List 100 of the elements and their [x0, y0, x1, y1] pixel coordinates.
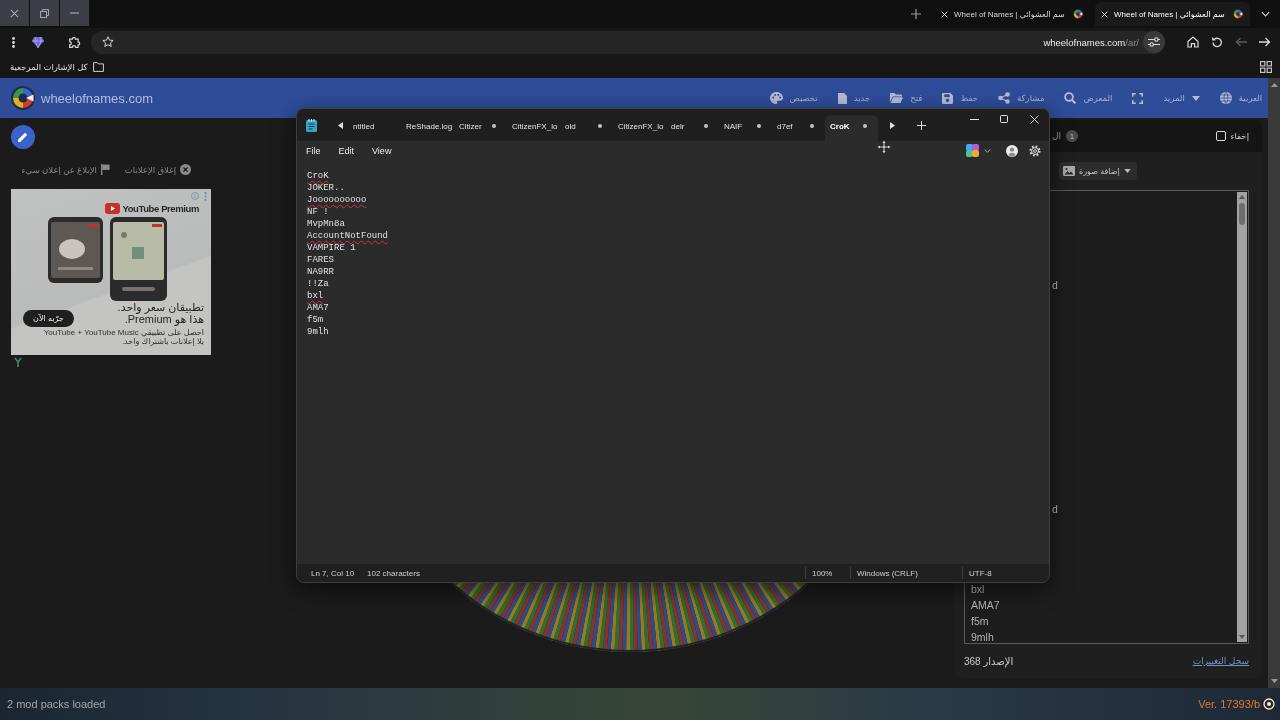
colorful-logo-icon[interactable]	[966, 144, 979, 157]
minimize-window-button[interactable]	[60, 0, 89, 26]
entry-text: AMA7	[971, 599, 1000, 611]
cursor-position: Ln 7, Col 10	[311, 568, 355, 578]
move-cursor-icon	[877, 140, 891, 154]
entry-text: d	[1052, 279, 1058, 291]
text-line: NA9RR	[307, 266, 334, 278]
wheel-drawing[interactable]	[450, 583, 810, 655]
notepad-tab[interactable]: old	[560, 115, 613, 141]
restore-icon	[40, 8, 49, 18]
text-line: AMA7	[307, 302, 329, 314]
minimize-icon	[70, 12, 79, 14]
close-icon[interactable]	[941, 10, 948, 18]
text-line: CroK	[307, 170, 329, 182]
restore-window-button[interactable]	[30, 0, 59, 26]
mods-status-text: 2 mod packs loaded	[7, 698, 106, 710]
menu-item[interactable]: File	[301, 145, 326, 156]
add-image-dropdown[interactable]: إضافة صورة	[1059, 162, 1137, 180]
grid-icon[interactable]	[1260, 61, 1272, 73]
gallery-button[interactable]: المعرض	[1064, 92, 1113, 104]
share-button[interactable]: مشاركة	[998, 92, 1045, 104]
text-line: VAMPIRE 1	[307, 242, 356, 254]
notepad-tab[interactable]: delr	[666, 115, 719, 141]
vertical-dots-icon[interactable]	[12, 36, 15, 48]
entry-text: d	[1052, 503, 1058, 515]
notepad-tab[interactable]: CitizenFX_lo	[613, 115, 666, 141]
chevron-down-icon[interactable]	[1261, 11, 1270, 17]
caret-down-icon	[1123, 169, 1131, 173]
reload-icon[interactable]	[1211, 36, 1223, 48]
notepad-tab[interactable]: Citizer	[454, 115, 507, 141]
wheel-logo-icon[interactable]	[11, 86, 35, 110]
site-logo-text[interactable]: wheelofnames.com	[41, 90, 153, 106]
close-icon[interactable]	[1101, 10, 1108, 18]
sliders-icon[interactable]	[1143, 31, 1165, 53]
notepad-tab[interactable]: ReShade.log	[401, 115, 454, 141]
gem-icon[interactable]	[32, 36, 44, 48]
document-icon	[837, 92, 847, 104]
hide-checkbox[interactable]	[1216, 131, 1227, 141]
ad-body-text: احصل على تطبيقي YouTube + YouTube Music	[43, 328, 204, 337]
changelog-link[interactable]: سجل التغييرات	[1192, 656, 1249, 666]
scroll-up-arrow-icon[interactable]	[1239, 195, 1245, 199]
fullscreen-icon[interactable]	[1132, 92, 1144, 104]
entry-text: f5m	[971, 615, 989, 627]
edit-button[interactable]	[11, 125, 35, 149]
menu-item[interactable]: View	[367, 145, 397, 156]
customize-button[interactable]: تخصيص	[769, 92, 818, 104]
all-bookmarks-button[interactable]: كل الإشارات المرجعية	[10, 62, 104, 72]
search-icon	[1064, 92, 1077, 104]
text-line: AccountNotFound	[307, 230, 388, 242]
browser-tab[interactable]: Wheel of Names | سم العشوائي	[1095, 2, 1250, 26]
avatar-icon[interactable]	[1006, 144, 1018, 157]
textarea-scrollbar[interactable]	[1237, 192, 1247, 642]
more-menu-button[interactable]: المزيد	[1163, 93, 1200, 103]
settings-icon[interactable]	[1029, 144, 1041, 157]
try-now-button[interactable]: جرّبه الآن	[23, 310, 74, 327]
flag-icon	[100, 164, 110, 175]
target-icon[interactable]	[1262, 697, 1276, 711]
open-button[interactable]: فتح	[890, 93, 923, 103]
close-circle-icon	[180, 164, 191, 175]
ad-headline: تطبيقان سعر واحد.	[117, 301, 204, 313]
home-icon[interactable]	[1187, 36, 1199, 48]
text-line: Joooooooooo	[307, 194, 367, 206]
url-text: wheelofnames.com/ar/	[1043, 36, 1139, 48]
ad-body-text: بلا إعلانات باشتراك واحد.	[121, 337, 204, 346]
maximize-icon	[1000, 115, 1008, 123]
vertical-dots-icon[interactable]	[204, 191, 207, 201]
scroll-up-arrow-icon[interactable]	[1270, 83, 1278, 87]
caret-right-icon[interactable]	[890, 121, 895, 129]
folder-icon	[92, 62, 104, 72]
puzzle-icon[interactable]	[69, 36, 81, 48]
notepad-tab[interactable]: CroK	[825, 115, 878, 141]
notepad-tab[interactable]: NAIF	[719, 115, 772, 141]
right-arrow-icon[interactable]	[1259, 37, 1271, 47]
close-ads-link[interactable]: إغلاق الإعلانات	[124, 164, 191, 175]
character-count: 102 characters	[367, 568, 420, 578]
play-logo-icon	[105, 202, 121, 214]
notepad-tab[interactable]: d7ef	[772, 115, 825, 141]
report-ad-link[interactable]: الإبلاغ عن إعلان سيء	[21, 164, 110, 175]
text-line: !!Za	[307, 278, 329, 290]
address-bar[interactable]: wheelofnames.com/ar/	[91, 30, 1165, 54]
star-icon[interactable]	[102, 36, 114, 48]
browser-tab[interactable]: Wheel of Names | سم العشوائي	[935, 2, 1090, 26]
scroll-down-arrow-icon[interactable]	[1270, 679, 1278, 683]
scroll-down-arrow-icon[interactable]	[1239, 635, 1245, 639]
page-scrollbar[interactable]	[1268, 78, 1280, 688]
notepad-tab[interactable]: CitizenFX_lo	[507, 115, 560, 141]
save-button[interactable]: حفظ	[942, 92, 978, 104]
text-line: bxl	[307, 290, 324, 302]
language-button[interactable]: العربية	[1219, 92, 1262, 104]
menu-item[interactable]: Edit	[333, 145, 360, 156]
text-line: FARES	[307, 254, 334, 266]
caret-left-icon[interactable]	[338, 121, 343, 129]
wheel-favicon-icon	[1073, 9, 1083, 19]
notepad-tab[interactable]: ntitled	[348, 115, 401, 141]
image-icon	[1063, 166, 1075, 176]
scrollbar-thumb[interactable]	[1239, 203, 1245, 225]
checkbox-label[interactable]: إخفاء	[1230, 131, 1249, 141]
new-button[interactable]: جديد	[837, 92, 871, 104]
entry-text: bxl	[971, 583, 985, 595]
line-ending: Windows (CRLF)	[857, 568, 918, 578]
